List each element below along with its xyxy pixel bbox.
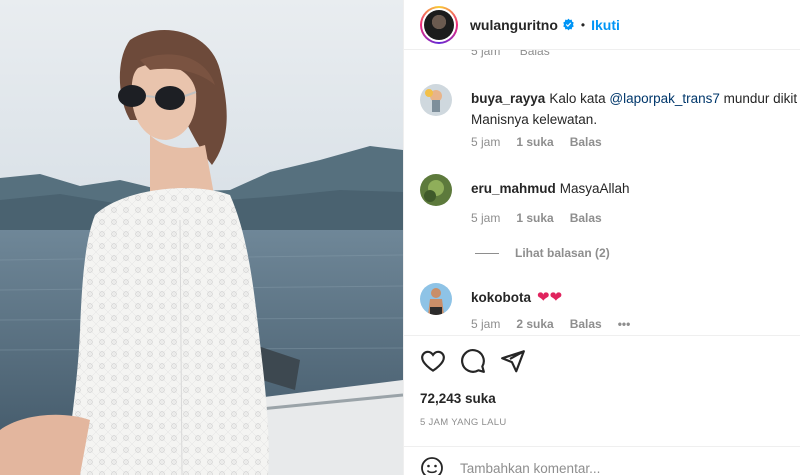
post-panel: wulanguritno • Ikuti 5 jam Balas buya_ra… — [403, 0, 800, 475]
comment-likes[interactable]: 1 suka — [516, 211, 553, 225]
comment-content-line2: Manisnya kelewatan. — [471, 112, 598, 127]
divider — [404, 335, 800, 336]
comment-text: eru_mahmud MasyaAllah — [471, 178, 800, 199]
reply-button[interactable]: Balas — [570, 211, 602, 225]
comment-content: mundur dikit — [719, 91, 798, 106]
comment-content: MasyaAllah — [559, 181, 630, 196]
follow-button[interactable]: Ikuti — [591, 17, 620, 33]
verified-badge-icon — [563, 18, 574, 31]
comment-username[interactable]: eru_mahmud — [471, 181, 556, 196]
reply-button[interactable]: Balas — [570, 135, 602, 149]
comment-content: ❤❤ — [537, 289, 563, 306]
comment-meta: 5 jam 2 suka Balas ••• — [471, 317, 646, 331]
post-image — [0, 0, 403, 475]
avatar[interactable] — [420, 5, 458, 44]
comment-input[interactable]: Tambahkan komentar... — [460, 461, 600, 475]
mention-link[interactable]: @laporpak_trans7 — [609, 91, 720, 106]
emoji-icon[interactable] — [420, 456, 444, 475]
comment-icon[interactable] — [460, 348, 486, 374]
post-header: wulanguritno • Ikuti — [404, 0, 800, 50]
comment-meta: 5 jam 1 suka Balas — [471, 135, 618, 149]
comment-text: kokobota ❤❤ — [471, 287, 800, 308]
comment-username[interactable]: kokobota — [471, 290, 531, 305]
comment-avatar[interactable] — [420, 283, 452, 315]
partial-comment-meta: 5 jam Balas — [471, 50, 566, 58]
comment-likes[interactable]: 2 suka — [516, 317, 553, 331]
comment-meta: 5 jam 1 suka Balas — [471, 211, 618, 225]
add-comment-bar: Tambahkan komentar... — [420, 456, 600, 475]
author-username[interactable]: wulanguritno — [470, 17, 558, 33]
action-bar — [420, 348, 540, 374]
divider — [404, 446, 800, 447]
comment-time: 5 jam — [471, 211, 501, 225]
view-replies-button[interactable]: Lihat balasan (2) — [475, 246, 610, 260]
post-photo[interactable] — [0, 0, 403, 475]
comment-avatar[interactable] — [420, 174, 452, 206]
reply-button[interactable]: Balas — [570, 317, 602, 331]
post-timestamp: 5 JAM YANG LALU — [420, 417, 507, 428]
view-replies-label: Lihat balasan (2) — [515, 246, 610, 260]
comment-text: buya_rayya Kalo kata @laporpak_trans7 mun… — [471, 88, 800, 130]
avatar-image — [424, 9, 454, 40]
comment-time: 5 jam — [471, 135, 501, 149]
avatar-image — [420, 174, 452, 206]
avatar-image — [420, 283, 452, 315]
likes-count[interactable]: 72,243 suka — [420, 391, 496, 406]
heart-icon[interactable] — [420, 348, 446, 374]
comments-list[interactable]: 5 jam Balas buya_rayya Kalo kata @laporpa… — [404, 50, 800, 335]
comment-time: 5 jam — [471, 50, 501, 58]
replies-divider — [475, 252, 499, 254]
comment-avatar[interactable] — [420, 84, 452, 116]
comment-time: 5 jam — [471, 317, 501, 331]
comment-username[interactable]: buya_rayya — [471, 91, 545, 106]
reply-button[interactable]: Balas — [520, 50, 550, 58]
avatar-image — [420, 84, 452, 116]
header-separator: • — [580, 17, 586, 32]
comment-likes[interactable]: 1 suka — [516, 135, 553, 149]
comment-content: Kalo kata — [549, 91, 610, 106]
share-icon[interactable] — [500, 348, 526, 374]
more-options-button[interactable]: ••• — [618, 317, 631, 331]
